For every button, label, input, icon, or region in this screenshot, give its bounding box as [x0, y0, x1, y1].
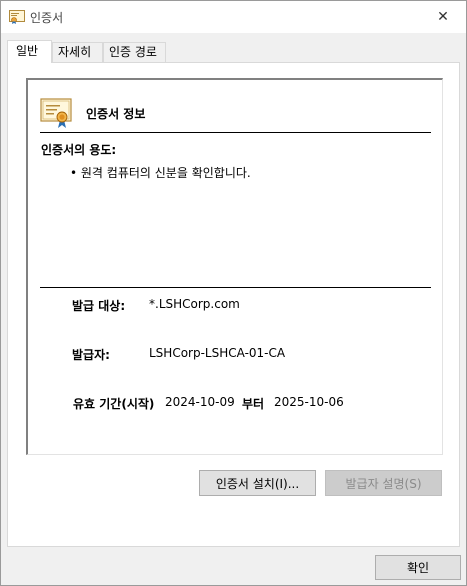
issued-to-label: 발급 대상:: [72, 299, 126, 313]
certificate-icon: [40, 98, 74, 128]
close-button[interactable]: ✕: [420, 1, 466, 33]
close-icon: ✕: [437, 9, 449, 25]
validity-label: 유효 기간(시작): [73, 397, 155, 411]
window-title: 인증서: [30, 11, 64, 25]
issuer-label: 발급자:: [72, 348, 110, 362]
purpose-item: • 원격 컴퓨터의 신분을 확인합니다.: [70, 166, 251, 180]
purpose-label: 인증서의 용도:: [41, 143, 117, 157]
tab-general[interactable]: 일반: [7, 40, 52, 63]
divider-top: [40, 132, 431, 133]
valid-to-value: 2025-10-06: [274, 395, 344, 409]
title-bar: 인증서 ✕: [1, 1, 466, 33]
issuer-statement-button[interactable]: 발급자 설명(S): [325, 470, 442, 496]
valid-from-value: 2024-10-09: [165, 395, 235, 409]
ok-button[interactable]: 확인: [375, 555, 461, 580]
certificate-icon: [9, 10, 25, 24]
tab-certification-path[interactable]: 인증 경로: [103, 42, 166, 62]
issuer-value: LSHCorp-LSHCA-01-CA: [149, 346, 286, 360]
certificate-dialog: 인증서 ✕ 일반 자세히 인증 경로 인증서 정보 인증서의 용도: • 원격 …: [0, 0, 467, 586]
divider-bottom: [40, 287, 431, 288]
info-title: 인증서 정보: [86, 107, 146, 121]
tab-details[interactable]: 자세히: [52, 42, 103, 62]
valid-to-label: 부터: [242, 397, 265, 411]
issued-to-value: *.LSHCorp.com: [149, 297, 240, 311]
install-certificate-button[interactable]: 인증서 설치(I)...: [199, 470, 316, 496]
certificate-info-box: 인증서 정보 인증서의 용도: • 원격 컴퓨터의 신분을 확인합니다. 발급 …: [26, 78, 443, 455]
general-tab-panel: 인증서 정보 인증서의 용도: • 원격 컴퓨터의 신분을 확인합니다. 발급 …: [7, 62, 460, 547]
